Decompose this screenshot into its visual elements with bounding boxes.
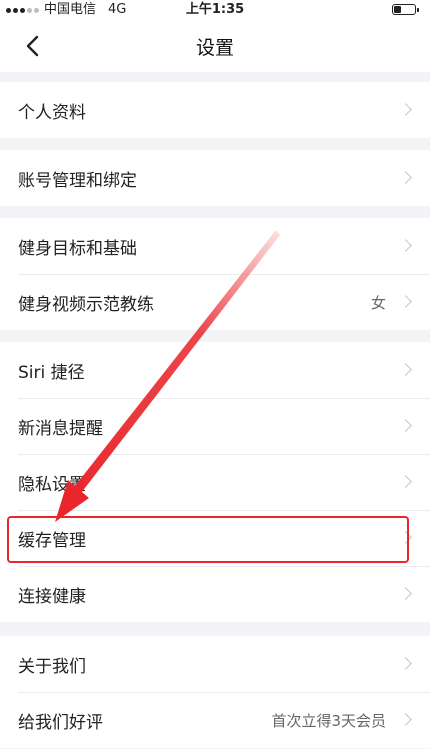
settings-item-label: 隐私设置: [18, 474, 86, 495]
chevron-right-icon: [399, 657, 412, 670]
settings-item-privacy[interactable]: 隐私设置: [0, 454, 430, 510]
status-bar: 中国电信 4G 上午1:35: [0, 0, 430, 20]
settings-item-about-us[interactable]: 关于我们: [0, 636, 430, 692]
settings-item-label: 账号管理和绑定: [18, 170, 137, 191]
chevron-right-icon: [399, 103, 412, 116]
settings-item-label: 健身目标和基础: [18, 238, 137, 259]
nav-bar: 设置: [0, 20, 430, 72]
settings-group-general: Siri 捷径 新消息提醒 隐私设置 缓存管理 连接健康: [0, 342, 430, 622]
settings-item-label: 健身视频示范教练: [18, 294, 154, 315]
page-title: 设置: [195, 37, 234, 59]
status-time: 上午1:35: [185, 2, 245, 17]
settings-item-label: 新消息提醒: [18, 418, 103, 439]
settings-item-cache[interactable]: 缓存管理: [0, 510, 430, 566]
chevron-right-icon: [399, 363, 412, 376]
settings-item-siri-shortcuts[interactable]: Siri 捷径: [0, 342, 430, 398]
chevron-right-icon: [399, 587, 412, 600]
settings-item-label: 给我们好评: [18, 712, 103, 733]
settings-item-account-binding[interactable]: 账号管理和绑定: [0, 150, 430, 206]
settings-item-label: 个人资料: [18, 102, 86, 123]
settings-item-video-coach[interactable]: 健身视频示范教练 女: [0, 274, 430, 330]
settings-item-profile[interactable]: 个人资料: [0, 82, 430, 138]
settings-group-account: 账号管理和绑定: [0, 150, 430, 206]
settings-group-profile: 个人资料: [0, 82, 430, 138]
chevron-right-icon: [399, 531, 412, 544]
chevron-right-icon: [399, 475, 412, 488]
settings-item-label: Siri 捷径: [18, 362, 85, 383]
settings-item-label: 缓存管理: [18, 530, 86, 551]
settings-item-value: 首次立得3天会员: [271, 711, 386, 730]
battery-icon: [392, 4, 419, 15]
chevron-right-icon: [399, 419, 412, 432]
settings-item-label: 关于我们: [18, 656, 86, 677]
settings-item-rate-us[interactable]: 给我们好评 首次立得3天会员: [0, 692, 430, 748]
chevron-right-icon: [399, 713, 412, 726]
settings-item-fitness-goals[interactable]: 健身目标和基础: [0, 218, 430, 274]
settings-item-label: 连接健康: [18, 586, 86, 607]
settings-group-fitness: 健身目标和基础 健身视频示范教练 女: [0, 218, 430, 330]
settings-item-notifications[interactable]: 新消息提醒: [0, 398, 430, 454]
settings-item-health-connect[interactable]: 连接健康: [0, 566, 430, 622]
settings-group-about: 关于我们 给我们好评 首次立得3天会员: [0, 636, 430, 748]
settings-item-value: 女: [370, 293, 386, 312]
chevron-right-icon: [399, 239, 412, 252]
chevron-right-icon: [399, 171, 412, 184]
chevron-right-icon: [399, 295, 412, 308]
